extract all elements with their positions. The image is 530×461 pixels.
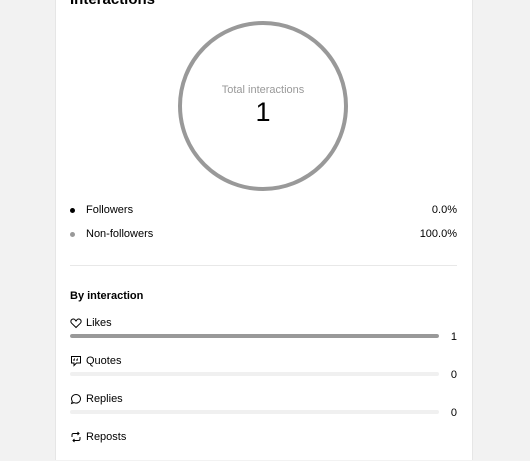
legend-percent: 0.0%: [431, 204, 457, 216]
legend-dot: [70, 208, 75, 213]
legend-label: Non-followers: [86, 228, 154, 240]
legend-dot: [70, 232, 75, 237]
metric-likes: Likes 1: [70, 317, 457, 347]
metric-label: Reposts: [86, 431, 127, 443]
legend-followers: Followers 0.0%: [70, 203, 457, 219]
by-interaction-title: By interaction: [70, 290, 144, 302]
donut-value: 1: [255, 97, 271, 127]
reply-icon: [70, 393, 82, 405]
metric-count: 0: [450, 369, 457, 381]
metric-quotes: Quotes 0: [70, 355, 457, 385]
repost-icon: [71, 431, 81, 443]
legend-label: Followers: [86, 204, 134, 216]
metric-label: Quotes: [86, 355, 122, 367]
donut-label: Total interactions: [221, 84, 305, 96]
legend-percent: 100.0%: [419, 228, 457, 240]
section-title: Interactions: [70, 0, 155, 9]
metric-label: Replies: [86, 393, 123, 405]
metric-bar-fill: [70, 334, 439, 338]
metric-label: Likes: [86, 317, 112, 329]
metric-bar-track: [70, 334, 439, 338]
heart-icon: [70, 318, 82, 329]
metric-count: 1: [450, 331, 457, 343]
metric-reposts: Reposts: [70, 431, 457, 461]
quote-icon: [71, 356, 81, 367]
divider: [70, 265, 457, 266]
metric-bar-track: [70, 372, 439, 376]
metric-bar-track: [70, 410, 439, 414]
legend-non-followers: Non-followers 100.0%: [70, 227, 457, 243]
metric-count: 0: [450, 407, 457, 419]
metric-replies: Replies 0: [70, 393, 457, 423]
